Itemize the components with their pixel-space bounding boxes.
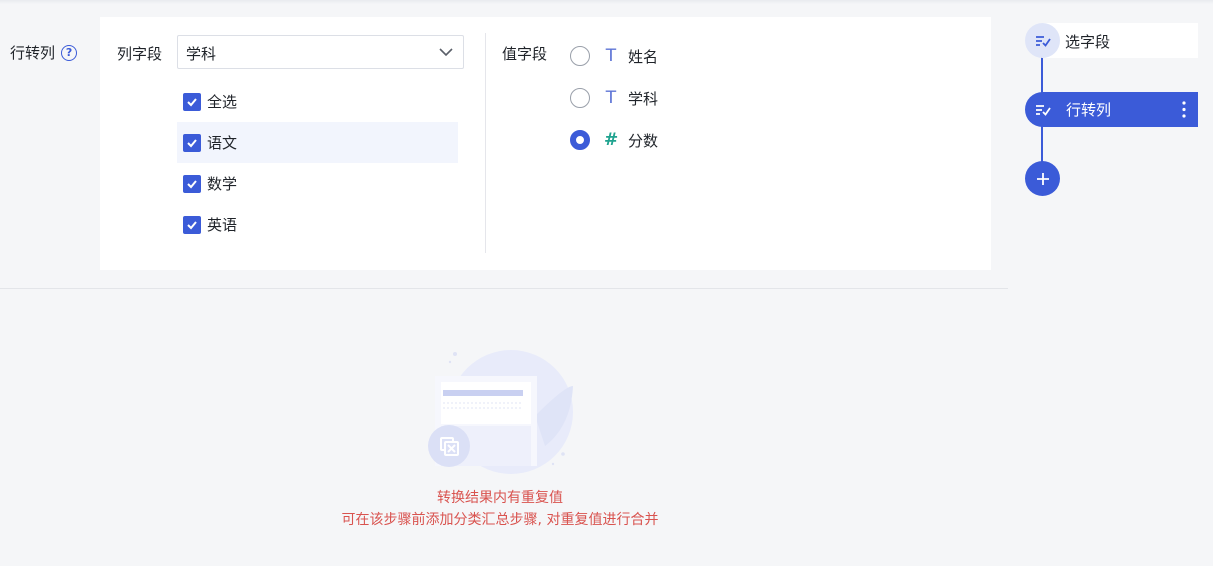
- checkbox-label: 数学: [207, 175, 238, 193]
- checkbox-checked-icon[interactable]: [183, 215, 201, 234]
- text-type-icon: T: [605, 46, 617, 66]
- checkbox-checked-icon[interactable]: [183, 92, 201, 111]
- error-message-title: 转换结果内有重复值: [437, 490, 563, 506]
- more-vertical-icon[interactable]: [1182, 101, 1186, 118]
- radio-button[interactable]: [570, 46, 590, 66]
- row-label: 行转列 ?: [10, 42, 78, 63]
- empty-state-illustration: [428, 350, 573, 474]
- radio-label: 学科: [628, 89, 659, 108]
- checkbox-label: 全选: [207, 93, 238, 111]
- radio-button[interactable]: [570, 88, 590, 108]
- column-field-value: 学科: [186, 45, 217, 63]
- checkbox-label: 英语: [207, 216, 238, 234]
- step-select-fields-label[interactable]: 选字段: [1065, 31, 1110, 52]
- column-field-select[interactable]: 学科: [177, 35, 464, 69]
- checkbox-label: 语文: [207, 134, 238, 152]
- error-message-hint: 可在该步骤前添加分类汇总步骤, 对重复值进行合并: [341, 512, 659, 528]
- radio-label: 姓名: [628, 47, 659, 66]
- checkbox-checked-icon[interactable]: [183, 133, 201, 152]
- radio-item[interactable]: # 分数: [570, 119, 658, 161]
- checkbox-item[interactable]: 语文: [177, 122, 458, 163]
- step-row-to-column[interactable]: 行转列: [1025, 92, 1198, 127]
- chevron-down-icon: [439, 48, 453, 57]
- text-type-icon: T: [605, 88, 617, 108]
- column-value-list: 全选 语文 数学 英语: [177, 81, 458, 245]
- config-panel: 列字段 学科 全选 语文 数学 英语 值字段 T 姓名 T 学科 # 分数: [100, 17, 991, 270]
- step-row-to-column-label: 行转列: [1066, 101, 1112, 119]
- add-step-button[interactable]: [1025, 161, 1060, 196]
- checkbox-item-select-all[interactable]: 全选: [177, 81, 458, 122]
- checkbox-checked-icon[interactable]: [183, 174, 201, 193]
- radio-item[interactable]: T 学科: [570, 77, 658, 119]
- panel-divider: [485, 33, 486, 253]
- radio-item[interactable]: T 姓名: [570, 35, 658, 77]
- section-divider: [0, 288, 1008, 289]
- value-field-list: T 姓名 T 学科 # 分数: [570, 35, 658, 161]
- help-icon[interactable]: ?: [61, 44, 78, 61]
- checkbox-item[interactable]: 数学: [177, 163, 458, 204]
- step-row-to-column-icon: [1025, 92, 1060, 127]
- number-type-icon: #: [604, 130, 619, 150]
- column-field-label: 列字段: [117, 45, 163, 63]
- checkbox-item[interactable]: 英语: [177, 204, 458, 245]
- plus-icon: [1036, 172, 1049, 185]
- value-field-label: 值字段: [502, 45, 548, 63]
- top-shadow: [0, 0, 1213, 4]
- step-select-fields-icon[interactable]: [1025, 23, 1060, 58]
- radio-label: 分数: [628, 131, 659, 150]
- radio-button-selected[interactable]: [570, 130, 590, 150]
- section-label: 行转列: [10, 44, 56, 62]
